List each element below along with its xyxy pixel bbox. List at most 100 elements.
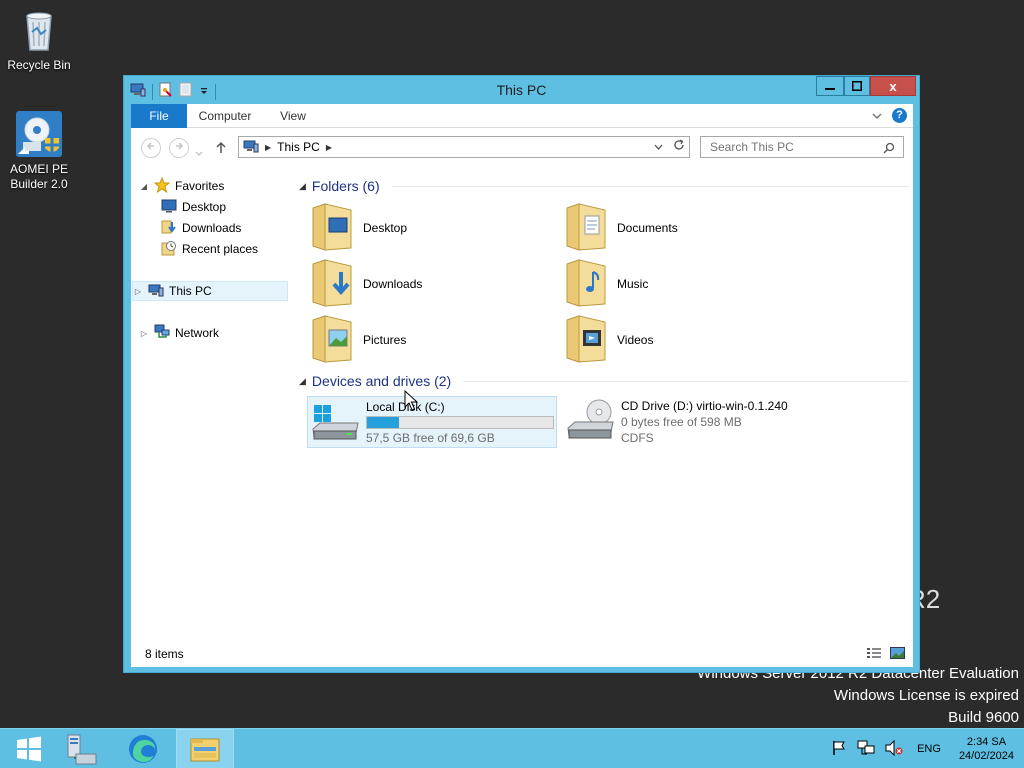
refresh-icon[interactable]	[673, 139, 685, 154]
window-client-area: File Computer View ? ▶ This PC ▶ Search …	[131, 104, 913, 667]
system-tray: ENG 2:34 SA 24/02/2024	[831, 729, 1024, 768]
content-pane: ◢ Folders (6) Desktop Documents Download…	[299, 174, 911, 644]
desktop-icon-recycle-bin[interactable]: Recycle Bin	[1, 6, 77, 73]
forward-button[interactable]	[169, 138, 189, 158]
search-icon[interactable]	[883, 140, 895, 160]
volume-muted-icon[interactable]	[885, 739, 903, 759]
close-button[interactable]: x	[870, 76, 916, 96]
tab-file[interactable]: File	[131, 104, 187, 128]
network-status-icon[interactable]	[857, 740, 875, 759]
minimize-button[interactable]	[816, 76, 844, 96]
file-explorer-icon	[190, 738, 220, 762]
collapse-arrow-icon[interactable]: ◢	[139, 182, 149, 191]
desktop-small-icon	[161, 199, 177, 216]
devices-group-header[interactable]: ◢ Devices and drives (2)	[299, 371, 909, 391]
folder-label: Downloads	[363, 277, 423, 291]
videos-folder-icon	[565, 314, 609, 367]
folder-desktop[interactable]: Desktop	[311, 202, 551, 254]
collapse-group-icon[interactable]: ◢	[299, 376, 306, 387]
breadcrumb-arrow-icon[interactable]: ▶	[326, 143, 332, 152]
nav-network-label: Network	[175, 326, 220, 340]
window-title: This PC	[496, 82, 547, 98]
recent-places-icon	[161, 240, 177, 259]
folder-label: Documents	[617, 221, 678, 235]
tab-view[interactable]: View	[271, 104, 315, 128]
search-box[interactable]	[700, 136, 904, 158]
expand-arrow-icon[interactable]: ▷	[133, 287, 143, 296]
maximize-icon	[852, 81, 862, 91]
expand-arrow-icon[interactable]: ▷	[139, 329, 149, 338]
cd-drive-icon	[565, 398, 615, 445]
pictures-folder-icon	[311, 314, 355, 367]
folders-group-header[interactable]: ◢ Folders (6)	[299, 176, 909, 196]
drive-name: Local Disk (C:)	[366, 400, 445, 414]
desktop-icon-aomei[interactable]: AOMEI PE Builder 2.0	[1, 110, 77, 192]
watermark-line-3: Build 9600	[948, 709, 1019, 726]
search-input[interactable]	[710, 140, 880, 154]
details-view-icon[interactable]	[866, 647, 882, 662]
drive-free-space: 57,5 GB free of 69,6 GB	[366, 431, 495, 445]
favorites-star-icon	[153, 176, 171, 196]
taskbar-edge[interactable]	[114, 729, 172, 768]
maximize-button[interactable]	[844, 76, 870, 96]
watermark-line-2: Windows License is expired	[833, 687, 1019, 704]
up-arrow-icon[interactable]	[215, 141, 227, 157]
collapse-group-icon[interactable]: ◢	[299, 181, 306, 192]
folder-pictures[interactable]: Pictures	[311, 314, 551, 366]
folder-downloads[interactable]: Downloads	[311, 258, 551, 310]
group-divider	[391, 185, 909, 187]
navigation-pane: ◢ Favorites Desktop Downloads Recent pla…	[131, 174, 291, 644]
music-folder-icon	[565, 258, 609, 311]
navigation-bar: ▶ This PC ▶	[131, 132, 913, 162]
minimize-icon	[825, 88, 835, 90]
ribbon-tabs: File Computer View ?	[131, 104, 913, 128]
address-history-chevron-icon[interactable]	[654, 139, 663, 154]
desktop-icon-label: AOMEI PE Builder 2.0	[9, 162, 68, 191]
nav-this-pc[interactable]: ▷ This PC	[132, 281, 288, 301]
drive-filesystem: CDFS	[621, 431, 654, 445]
breadcrumb-arrow-icon[interactable]: ▶	[265, 143, 271, 152]
network-icon	[154, 324, 170, 342]
nav-favorites-label: Favorites	[175, 179, 225, 193]
breadcrumb-this-pc[interactable]: This PC	[277, 140, 320, 154]
taskbar-server-manager[interactable]	[52, 729, 110, 768]
input-language[interactable]: ENG	[917, 743, 941, 755]
close-icon: x	[889, 78, 897, 94]
folder-label: Videos	[617, 333, 654, 347]
tab-computer[interactable]: Computer	[193, 104, 257, 128]
taskbar-file-explorer[interactable]	[176, 729, 234, 768]
drive-local-disk-c[interactable]: Local Disk (C:) 57,5 GB free of 69,6 GB	[307, 396, 557, 448]
large-icons-view-icon[interactable]	[890, 647, 905, 662]
expand-ribbon-chevron-icon[interactable]	[872, 109, 882, 123]
address-bar[interactable]: ▶ This PC ▶	[238, 136, 690, 158]
item-count: 8 items	[145, 647, 184, 661]
start-button[interactable]	[0, 729, 58, 768]
nav-favorites-downloads[interactable]: Downloads	[161, 218, 241, 238]
recent-locations-chevron-icon[interactable]	[195, 145, 203, 159]
nav-favorites-recent-places[interactable]: Recent places	[161, 239, 258, 259]
help-button[interactable]: ?	[892, 108, 907, 123]
folder-videos[interactable]: Videos	[565, 314, 805, 366]
nav-favorites-desktop[interactable]: Desktop	[161, 197, 226, 217]
server-manager-icon	[67, 734, 97, 765]
nav-favorites[interactable]: ◢ Favorites	[139, 176, 224, 196]
nav-network[interactable]: ▷ Network	[139, 323, 219, 343]
downloads-folder-icon	[311, 258, 355, 311]
system-clock[interactable]: 2:34 SA 24/02/2024	[959, 735, 1014, 763]
documents-folder-icon	[565, 202, 609, 255]
title-bar[interactable]: This PC x	[124, 76, 919, 104]
back-button[interactable]	[141, 138, 161, 158]
drive-name: CD Drive (D:) virtio-win-0.1.240	[621, 399, 788, 413]
folder-music[interactable]: Music	[565, 258, 805, 310]
action-center-flag-icon[interactable]	[831, 740, 847, 759]
desktop-folder-icon	[311, 202, 355, 255]
devices-group-title: Devices and drives (2)	[311, 373, 452, 389]
clock-time: 2:34 SA	[966, 736, 1007, 748]
back-arrow-icon	[146, 142, 154, 150]
group-divider	[463, 380, 909, 382]
folder-documents[interactable]: Documents	[565, 202, 805, 254]
windows-logo-icon	[17, 736, 41, 762]
desktop-icon-label: Recycle Bin	[7, 58, 71, 72]
downloads-small-icon	[161, 219, 177, 238]
drive-cd-d[interactable]: CD Drive (D:) virtio-win-0.1.240 0 bytes…	[563, 396, 813, 448]
